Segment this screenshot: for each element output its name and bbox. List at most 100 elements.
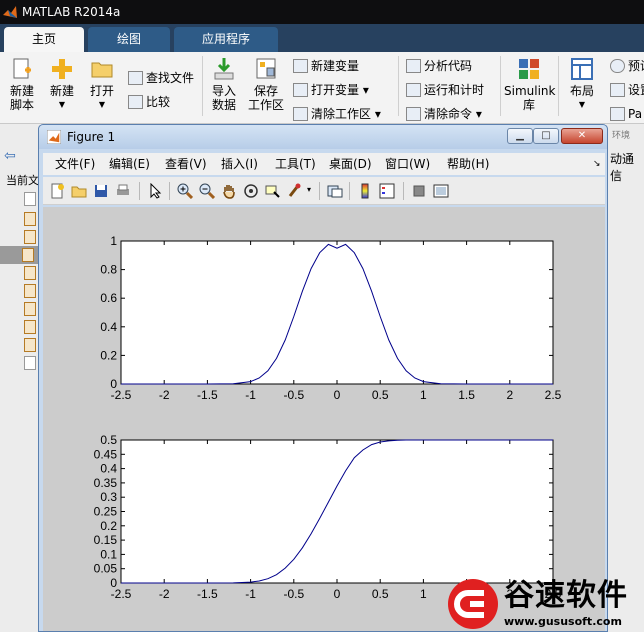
run-and-time-button[interactable]: 运行和计时 <box>406 80 484 100</box>
run-and-time-label: 运行和计时 <box>424 83 485 97</box>
figure-toolbar: ▾ <box>43 177 605 205</box>
command-window-tab-label[interactable]: 动通信 <box>610 150 644 184</box>
hide-plot-tools-icon[interactable] <box>411 183 427 199</box>
find-files-button[interactable]: 查找文件 <box>128 68 194 88</box>
preferences-button[interactable]: 预设 <box>610 56 644 76</box>
watermark-brand: 谷速软件 <box>504 578 628 613</box>
x-tick-label: 2.5 <box>545 388 562 402</box>
chevron-down-icon[interactable]: ▾ <box>307 185 311 194</box>
list-item[interactable] <box>2 264 40 282</box>
parallel-icon <box>610 107 625 121</box>
menu-file[interactable]: 文件(F) <box>55 156 95 172</box>
brush-icon[interactable] <box>287 183 303 199</box>
m-file-icon <box>24 266 36 280</box>
close-button[interactable]: ✕ <box>561 128 603 144</box>
save-workspace-button[interactable]: 保存 工作区 <box>246 56 286 112</box>
minimize-button[interactable]: ▁ <box>507 128 533 144</box>
menu-help[interactable]: 帮助(H) <box>447 156 489 172</box>
x-tick-label: -1 <box>245 587 256 601</box>
clear-commands-icon <box>406 107 421 121</box>
new-button[interactable]: 新建 ▼ <box>44 56 80 112</box>
save-icon[interactable] <box>93 183 109 199</box>
minimize-icon: ▁ <box>516 130 524 141</box>
ribbon-divider <box>558 56 559 116</box>
figure-title: Figure 1 <box>67 130 116 144</box>
pointer-icon[interactable] <box>147 183 163 199</box>
compare-button[interactable]: 比较 <box>128 92 170 112</box>
x-tick-label: 0 <box>334 388 341 402</box>
import-icon <box>214 58 234 80</box>
find-files-label: 查找文件 <box>146 71 195 85</box>
parallel-button[interactable]: Pa <box>610 104 642 124</box>
watermark-logo <box>448 579 498 629</box>
new-script-icon <box>13 58 31 79</box>
import-data-label: 导入 数据 <box>211 84 236 112</box>
new-script-button[interactable]: 新建 脚本 <box>4 56 40 112</box>
show-plot-tools-icon[interactable] <box>433 183 449 199</box>
maximize-icon: □ <box>541 130 551 141</box>
analyze-code-button[interactable]: 分析代码 <box>406 56 472 76</box>
axes-1[interactable] <box>120 240 554 385</box>
m-file-icon <box>24 284 36 298</box>
set-path-icon <box>610 83 625 97</box>
figure-titlebar[interactable]: Figure 1 ▁ □ ✕ <box>39 125 607 149</box>
m-file-icon <box>24 338 36 352</box>
menu-edit[interactable]: 编辑(E) <box>109 156 150 172</box>
tab-apps[interactable]: 应用程序 <box>174 27 278 52</box>
zoom-in-icon[interactable] <box>177 183 193 199</box>
preferences-label: 预设 <box>628 59 644 73</box>
current-folder-label: 当前文 <box>6 174 39 187</box>
open-variable-button[interactable]: 打开变量 ▾ <box>293 80 369 100</box>
new-figure-icon[interactable] <box>49 183 65 199</box>
clear-commands-button[interactable]: 清除命令 ▾ <box>406 104 482 124</box>
tab-plots[interactable]: 绘图 <box>88 27 170 52</box>
zoom-out-icon[interactable] <box>199 183 215 199</box>
open-button[interactable]: 打开 ▼ <box>84 56 120 112</box>
legend-icon[interactable] <box>379 183 395 199</box>
list-item[interactable] <box>2 282 40 300</box>
dock-arrow-icon[interactable]: ↘ <box>593 156 601 172</box>
menu-window[interactable]: 窗口(W) <box>385 156 430 172</box>
close-icon: ✕ <box>577 130 587 141</box>
menu-view[interactable]: 查看(V) <box>165 156 207 172</box>
import-data-button[interactable]: 导入 数据 <box>206 56 242 112</box>
file-icon <box>24 356 36 370</box>
y-tick-label: 0.45 <box>94 447 118 461</box>
list-item[interactable] <box>2 190 40 208</box>
menu-tools[interactable]: 工具(T) <box>275 156 316 172</box>
file-icon <box>24 192 36 206</box>
data-cursor-icon[interactable] <box>265 183 281 199</box>
axes-2[interactable] <box>120 439 554 584</box>
list-item[interactable] <box>2 210 40 228</box>
set-path-button[interactable]: 设置 <box>610 80 644 100</box>
toolbar-divider <box>403 182 404 200</box>
compare-label: 比较 <box>146 95 171 109</box>
link-plot-icon[interactable] <box>327 183 343 199</box>
back-arrow-icon[interactable]: ⇦ <box>4 148 16 164</box>
x-tick-label: -0.5 <box>283 587 304 601</box>
list-item[interactable] <box>2 354 40 372</box>
clear-workspace-button[interactable]: 清除工作区 ▾ <box>293 104 381 124</box>
simulink-library-button[interactable]: Simulink 库 <box>504 56 555 112</box>
list-item[interactable] <box>2 318 40 336</box>
new-variable-button[interactable]: 新建变量 <box>293 56 359 76</box>
pan-hand-icon[interactable] <box>221 183 237 199</box>
tab-home[interactable]: 主页 <box>4 27 84 52</box>
x-tick-label: 0 <box>334 587 341 601</box>
figure-canvas[interactable]: -2.5 -2 -1.5 -1 -0.5 0 0.5 1 1.5 2 2.5 0 0.2 0.4 0.6 0.… <box>43 207 605 631</box>
print-icon[interactable] <box>115 183 131 199</box>
list-item[interactable] <box>2 300 40 318</box>
rotate-3d-icon[interactable] <box>243 183 259 199</box>
layout-button[interactable]: 布局 ▼ <box>564 56 600 112</box>
list-item[interactable] <box>2 228 40 246</box>
colorbar-icon[interactable] <box>357 183 373 199</box>
menu-desktop[interactable]: 桌面(D) <box>329 156 372 172</box>
maximize-button[interactable]: □ <box>533 128 559 144</box>
list-item[interactable] <box>0 246 40 264</box>
open-folder-icon[interactable] <box>71 183 87 199</box>
list-item[interactable] <box>2 336 40 354</box>
y-tick-label: 0.4 <box>100 320 117 334</box>
compare-icon <box>128 95 143 109</box>
menu-insert[interactable]: 插入(I) <box>221 156 258 172</box>
open-variable-label: 打开变量 <box>311 83 360 97</box>
